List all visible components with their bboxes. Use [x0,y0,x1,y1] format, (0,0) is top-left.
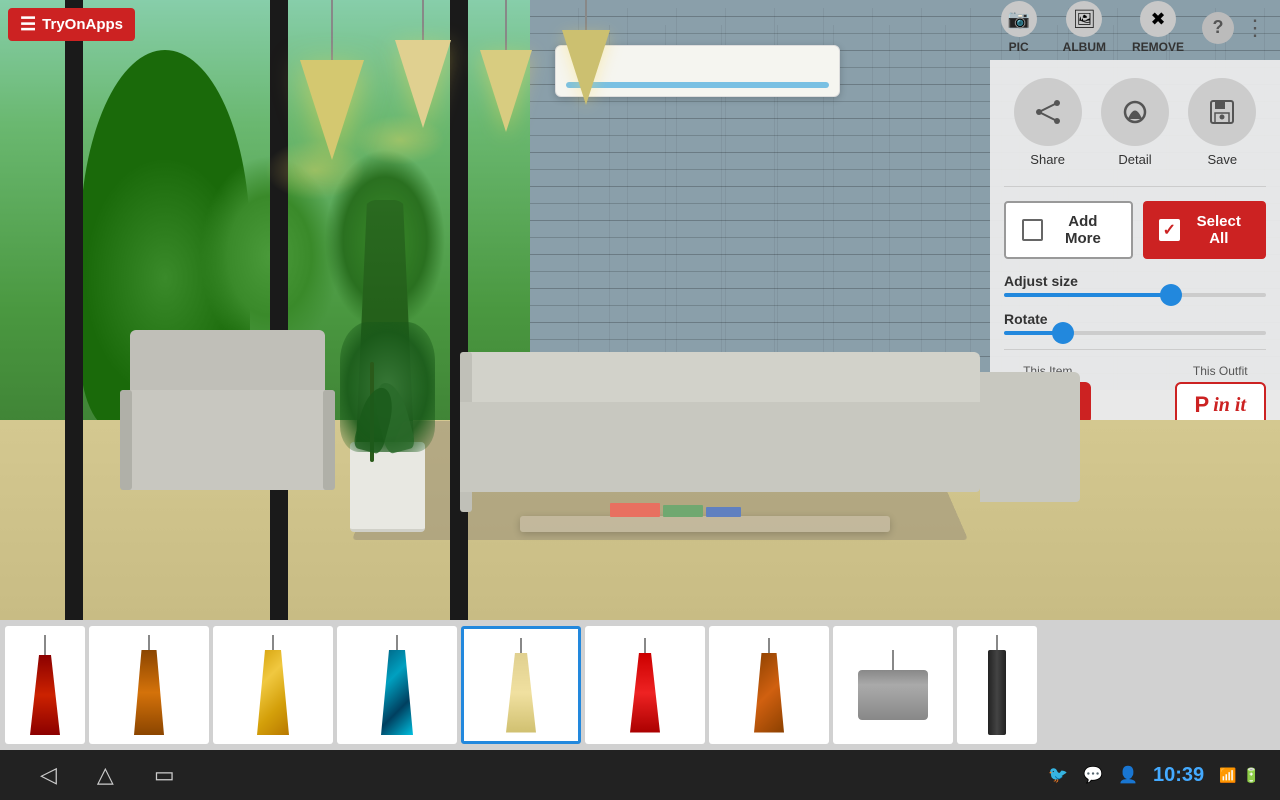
save-icon [1188,78,1256,146]
chair [120,330,335,530]
time-display: 10:39 [1153,764,1204,787]
twitter-icon: 🐦 [1048,765,1068,785]
share-label: Share [1030,152,1065,167]
album-label: ALBUM [1063,40,1106,54]
thumbnail-item-3[interactable] [213,626,333,744]
divider-2 [1004,349,1266,350]
pic-label: PIC [1009,40,1029,54]
add-more-button[interactable]: Add More [1004,201,1133,259]
thumbnail-item-1[interactable] [5,626,85,744]
save-label: Save [1207,152,1237,167]
this-outfit-label: This Outfit [1193,364,1248,378]
system-status-icons: 📶 🔋 [1219,767,1260,784]
home-button[interactable]: △ [77,762,134,788]
recent-apps-button[interactable]: ▭ [134,762,195,788]
main-scene: 📷 PIC 🖼 ALBUM ✖ REMOVE ? ⋮ ☰ TryOnApps [0,0,1280,620]
divider-1 [1004,186,1266,187]
select-all-label: Select All [1188,213,1250,247]
more-button[interactable]: ⋮ [1244,15,1265,41]
add-select-row: Add More ✓ Select All [1004,201,1266,259]
thumbnail-item-2[interactable] [89,626,209,744]
detail-label: Detail [1118,152,1151,167]
back-icon: ◁ [40,762,57,787]
user-icon: 👤 [1118,765,1138,785]
thumbnail-item-8[interactable] [833,626,953,744]
album-button[interactable]: 🖼 ALBUM [1055,0,1114,59]
thumbnail-item-9[interactable] [957,626,1037,744]
share-button[interactable]: Share [1014,78,1082,167]
help-button[interactable]: ? [1202,12,1234,44]
coffee-table [520,516,890,532]
thumbnail-item-4[interactable] [337,626,457,744]
wifi-icon: 📶 [1219,767,1236,784]
remove-button[interactable]: ✖ REMOVE [1124,0,1192,59]
add-more-checkbox-icon [1022,219,1043,241]
home-icon: △ [97,762,114,787]
detail-icon [1101,78,1169,146]
menu-icon[interactable]: ☰ [20,14,36,35]
status-bar: 🐦 💬 👤 10:39 📶 🔋 [1048,764,1260,787]
plant [350,442,425,532]
rotate-slider-container [1004,331,1266,335]
back-button[interactable]: ◁ [20,762,77,788]
save-button[interactable]: Save [1188,78,1256,167]
battery-icon: 🔋 [1243,767,1260,784]
remove-label: REMOVE [1132,40,1184,54]
thumbnail-item-5[interactable] [461,626,581,744]
remove-icon: ✖ [1140,1,1176,37]
select-all-button[interactable]: ✓ Select All [1143,201,1266,259]
detail-button[interactable]: Detail [1101,78,1169,167]
size-slider[interactable] [1004,293,1266,297]
camera-icon: 📷 [1001,1,1037,37]
rotate-control: Rotate [1004,311,1266,335]
rotate-slider[interactable] [1004,331,1266,335]
message-icon: 💬 [1083,765,1103,785]
sofa [460,352,1080,532]
add-more-label: Add More [1051,213,1115,247]
action-icons-row: Share Detail [1004,78,1266,167]
thumbnail-item-7[interactable] [709,626,829,744]
select-all-checkbox-icon: ✓ [1159,219,1180,241]
pic-button[interactable]: 📷 PIC [993,0,1045,59]
size-slider-container [1004,293,1266,297]
pin-it-text-2: in it [1213,394,1246,417]
share-icon [1014,78,1082,146]
album-icon: 🖼 [1066,1,1102,37]
thumbnail-item-6[interactable] [585,626,705,744]
adjust-size-control: Adjust size [1004,273,1266,297]
logo-text: TryOnApps [42,16,123,33]
pin-p-icon-2: P [1195,392,1210,418]
app-logo: ☰ TryOnApps [8,8,135,41]
top-toolbar: 📷 PIC 🖼 ALBUM ✖ REMOVE ? ⋮ [0,0,1280,55]
recent-icon: ▭ [154,762,175,787]
this-outfit-section: This Outfit P in it [1175,364,1266,428]
bottom-nav-bar: ◁ △ ▭ 🐦 💬 👤 10:39 📶 🔋 [0,750,1280,800]
thumbnail-strip [0,620,1280,750]
